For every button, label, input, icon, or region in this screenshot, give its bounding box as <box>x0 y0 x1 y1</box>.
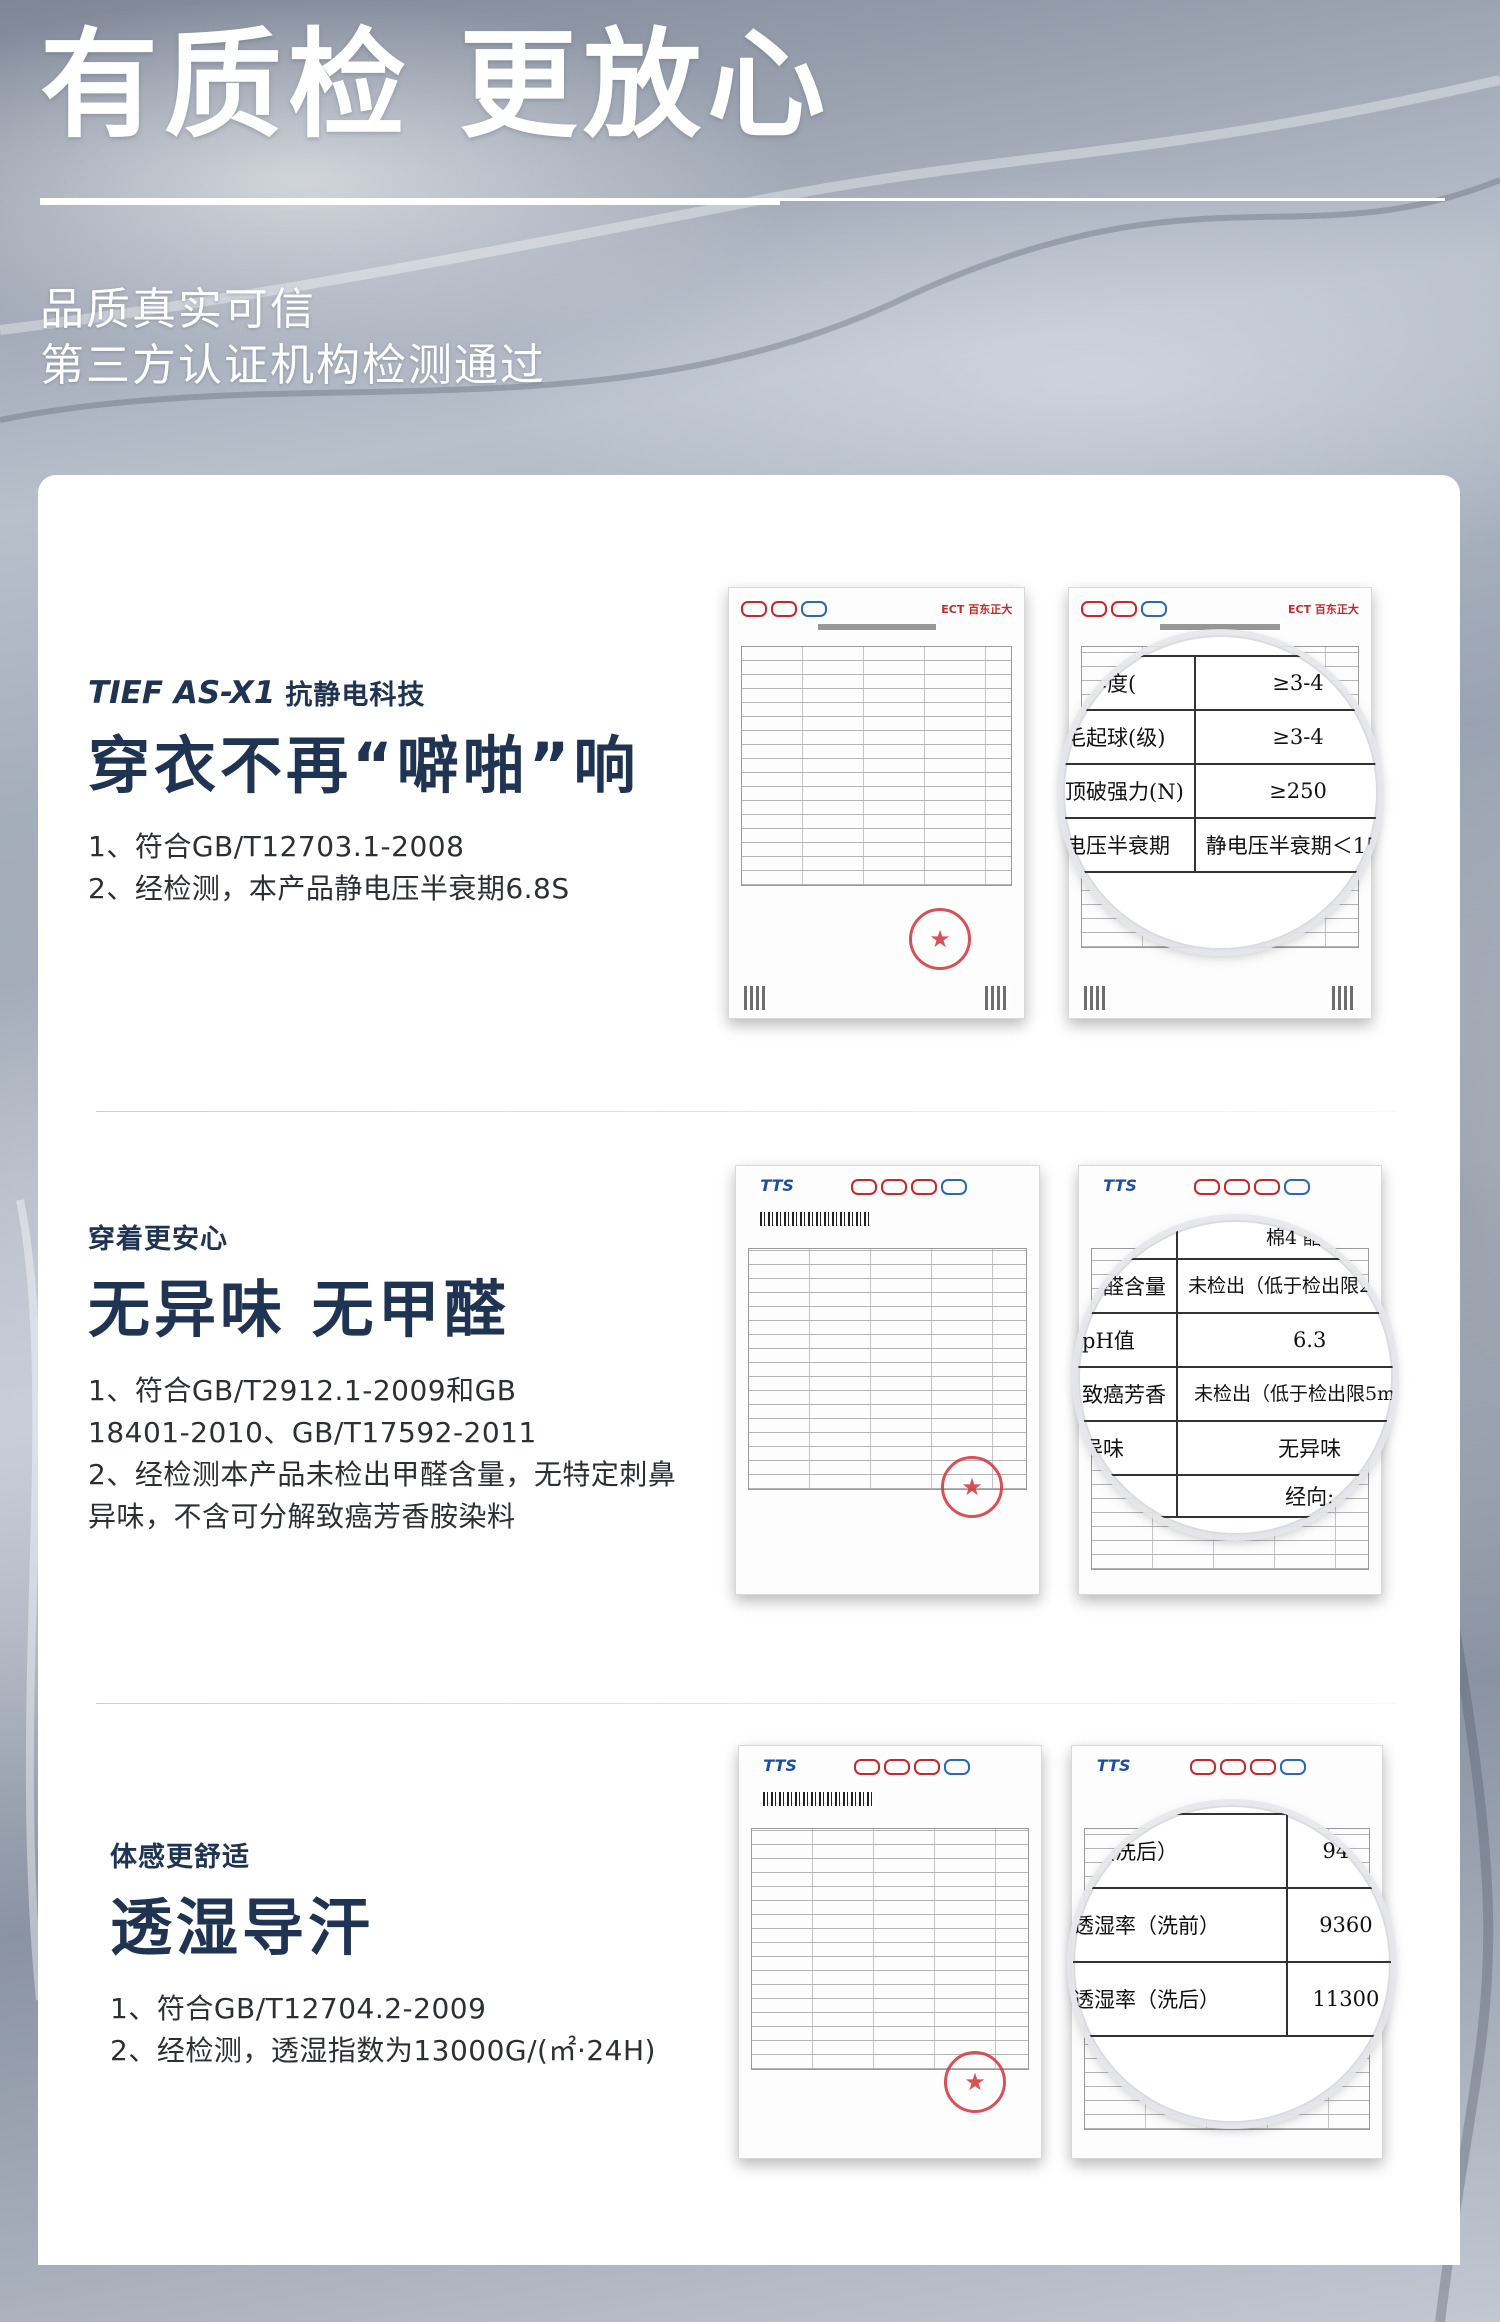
magnifier-lens: 棉4 醋纤4 甲醛含量未检出（低于检出限20mg/k pH值6.3 致癌芳香未检… <box>1078 1220 1393 1535</box>
brand-line: TIEF AS-X1 抗静电科技 <box>88 673 788 712</box>
section-line: 2、经检测，本产品静电压半衰期6.8S <box>88 872 570 905</box>
table-row: 致癌芳香未检出（低于检出限5mg/k <box>1078 1366 1393 1422</box>
subtitle-line-2: 第三方认证机构检测通过 <box>40 340 546 391</box>
doc-header-brand: ECT 百东正大 <box>1288 603 1359 616</box>
star-seal-icon: ★ <box>941 1456 1003 1518</box>
section-divider <box>96 1111 1396 1112</box>
table-row: 电压半衰期 静电压半衰期＜15s <box>1063 817 1378 873</box>
table-row: 毛起球(级) ≥3-4 <box>1063 709 1378 765</box>
table-row: pH值 6.3 <box>1078 1312 1393 1368</box>
doc-logo: TTS <box>1096 1756 1131 1775</box>
certificate-document: TTS ★ <box>735 1165 1040 1595</box>
section-divider <box>96 1703 1396 1704</box>
section-antistatic: TIEF AS-X1 抗静电科技 穿衣不再“噼啪”响 1、符合GB/T12703… <box>88 673 788 910</box>
magnifier-lens: 压（洗后） 94.4 透湿率（洗前） 9360 透湿率（洗后） 11300 <box>1073 1805 1391 2123</box>
doc-logo: TTS <box>763 1756 797 1775</box>
star-seal-icon: ★ <box>944 2051 1006 2113</box>
section-lines: 1、符合GB/T12703.1-2008 2、经检测，本产品静电压半衰期6.8S <box>88 826 788 910</box>
qr-code-icon <box>985 986 1010 1010</box>
brand-text: 抗静电科技 <box>285 680 426 711</box>
qr-code-icon <box>1331 986 1356 1010</box>
headline: 有质检 更放心 <box>40 16 832 154</box>
section-title: 无异味 无甲醛 <box>88 1273 510 1346</box>
doc-header-brand: ECT 百东正大 <box>941 603 1013 616</box>
content-panel: TIEF AS-X1 抗静电科技 穿衣不再“噼啪”响 1、符合GB/T12703… <box>38 475 1460 2265</box>
section-line: 1、符合GB/T12704.2-2009 <box>110 1992 487 2025</box>
section-line: 2、经检测本产品未检出甲醛含量，无特定刺鼻 <box>88 1458 677 1491</box>
section-moisture: 体感更舒适 透湿导汗 1、符合GB/T12704.2-2009 2、经检测，透湿… <box>110 1835 810 2072</box>
barcode-icon <box>763 1792 874 1806</box>
table-row: 甲醛含量未检出（低于检出限20mg/k <box>1078 1258 1393 1314</box>
qr-code-icon <box>743 986 768 1010</box>
section-line: 2、经检测，透湿指数为13000G/(㎡·24H) <box>110 2034 656 2067</box>
table-row: 压（洗后） 94.4 <box>1073 1813 1391 1889</box>
magnifier-lens: 色牢度(≥3-4 毛起球(级) ≥3-4 顶破强力(N) ≥250 电压半衰期 静电压… <box>1063 635 1378 950</box>
section-line: 异味，不含可分解致癌芳香胺染料 <box>88 1500 516 1533</box>
subtitle-line-1: 品质真实可信 <box>40 284 316 335</box>
section-tag: 体感更舒适 <box>110 1842 250 1873</box>
doc-logo: TTS <box>760 1176 794 1195</box>
table-row: 透湿率（洗后） 11300 <box>1073 1961 1391 2037</box>
table-row: 顶破强力(N) ≥250 <box>1063 763 1378 819</box>
qr-code-icon <box>1084 986 1109 1010</box>
section-line: 1、符合GB/T12703.1-2008 <box>88 830 465 863</box>
section-title: 穿衣不再“噼啪”响 <box>88 729 640 802</box>
section-lines: 1、符合GB/T12704.2-2009 2、经检测，透湿指数为13000G/(… <box>110 1988 810 2072</box>
table-row: 异味 无异味 <box>1078 1420 1393 1476</box>
star-seal-icon: ★ <box>909 908 971 970</box>
table-row: 透湿率（洗前） 9360 <box>1073 1887 1391 1963</box>
certificate-document: ECT 百东正大 ★ <box>728 587 1025 1019</box>
brand-logo: TIEF AS-X1 <box>88 674 276 711</box>
table-row: 棉4 醋纤4 <box>1078 1220 1393 1260</box>
table-row: 色牢度(≥3-4 <box>1063 655 1378 711</box>
section-line: 18401-2010、GB/T17592-2011 <box>88 1416 537 1449</box>
section-tag: 穿着更安心 <box>88 1224 228 1255</box>
section-title: 透湿导汗 <box>110 1891 375 1964</box>
section-lines: 1、符合GB/T2912.1-2009和GB 18401-2010、GB/T17… <box>88 1370 788 1538</box>
section-line: 1、符合GB/T2912.1-2009和GB <box>88 1374 517 1407</box>
header-rule-accent <box>40 198 780 205</box>
certificate-document: TTS ★ <box>738 1745 1042 2159</box>
header-subtitle: 品质真实可信 第三方认证机构检测通过 <box>40 282 546 394</box>
table-row: 经向: <box>1078 1474 1393 1518</box>
section-formaldehyde: 穿着更安心 无异味 无甲醛 1、符合GB/T2912.1-2009和GB 184… <box>88 1217 788 1538</box>
barcode-icon <box>760 1212 871 1226</box>
doc-logo: TTS <box>1103 1176 1137 1195</box>
